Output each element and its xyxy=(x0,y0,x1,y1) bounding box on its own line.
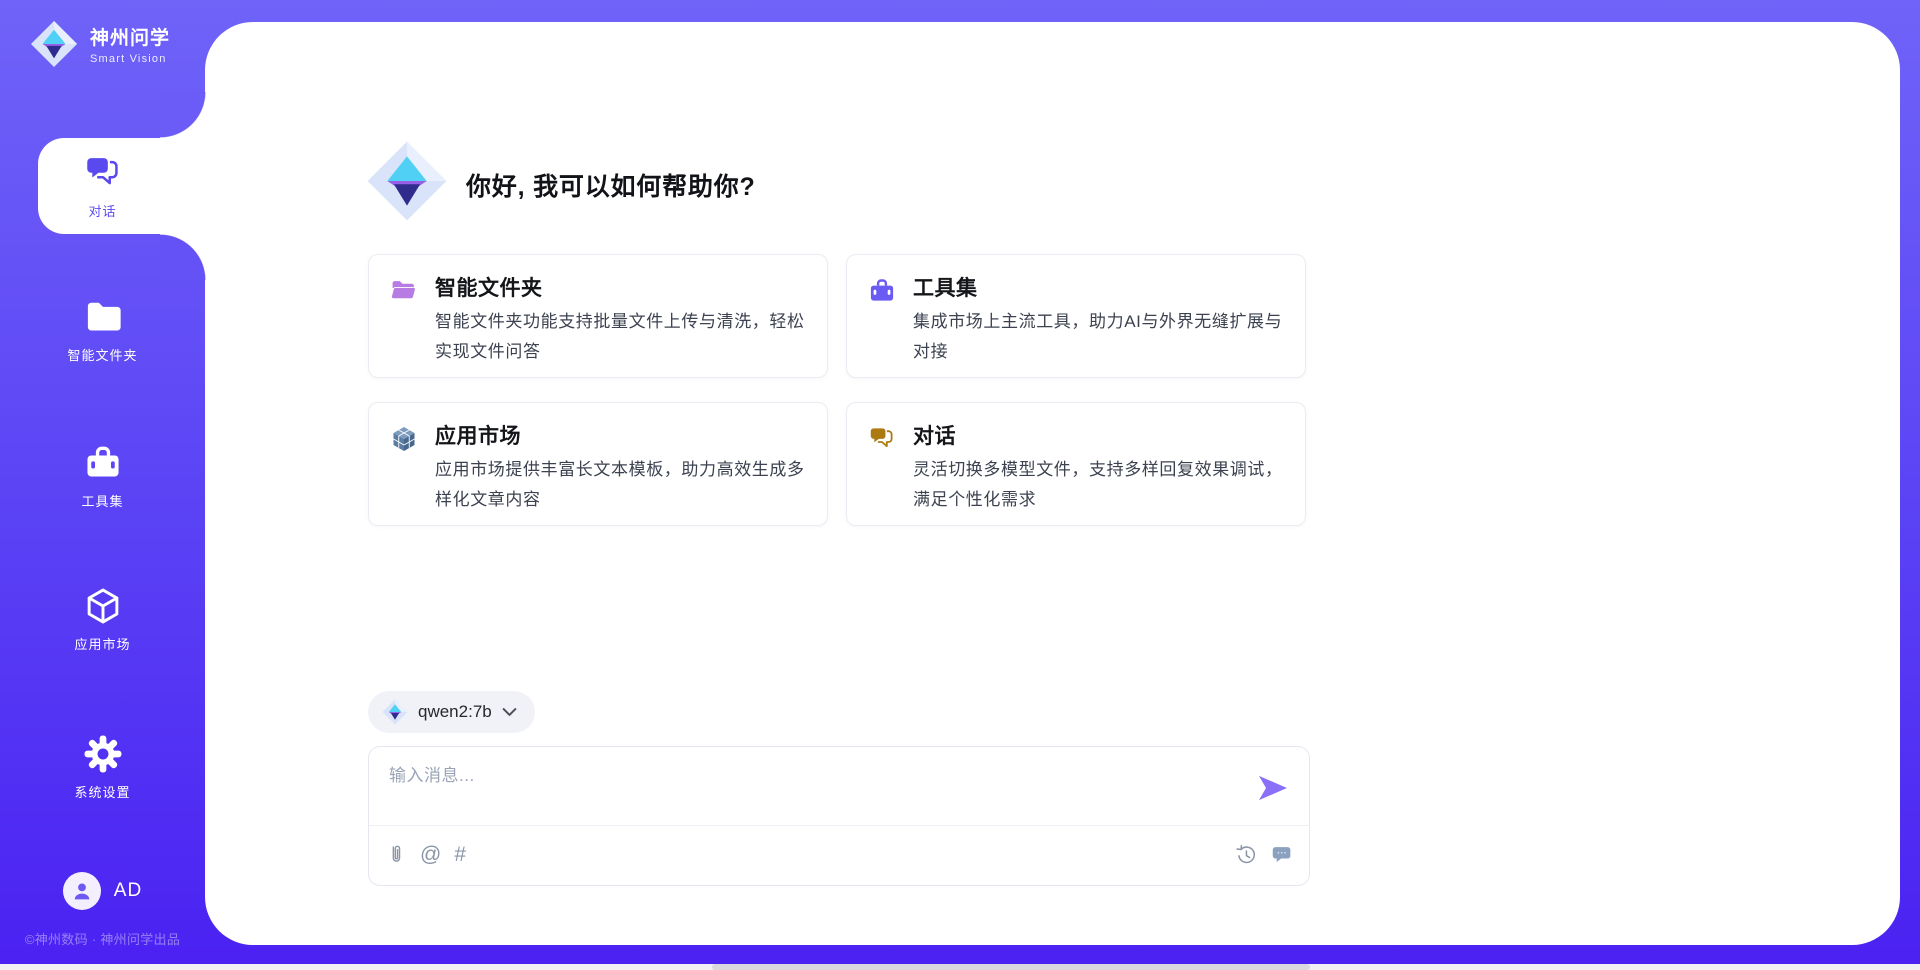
sidebar-item-label: 应用市场 xyxy=(74,634,130,653)
card-title: 工具集 xyxy=(913,272,978,302)
card-description: 应用市场提供丰富长文本模板，助力高效生成多样化文章内容 xyxy=(435,455,813,515)
sidebar-item-label: 智能文件夹 xyxy=(67,345,137,364)
conversation-button[interactable] xyxy=(1271,844,1293,866)
active-tab-flare-bottom xyxy=(160,234,206,280)
brand: 神州问学 Smart Vision xyxy=(30,20,170,68)
feature-cards: 智能文件夹 智能文件夹功能支持批量文件上传与清洗，轻松实现文件问答 工具集 集成… xyxy=(368,254,1306,526)
sidebar-item-app-market[interactable]: 应用市场 xyxy=(0,585,205,653)
scrollbar-thumb[interactable] xyxy=(712,964,1310,970)
hash-icon: # xyxy=(454,843,466,867)
composer-left-tools: @ # xyxy=(385,825,466,885)
paperclip-icon xyxy=(385,844,407,866)
brand-name: 神州问学 xyxy=(90,23,170,50)
cube-icon xyxy=(82,585,124,627)
chat-filled-icon xyxy=(1271,844,1293,866)
sidebar-item-toolset[interactable]: 工具集 xyxy=(0,442,205,510)
horizontal-scrollbar[interactable] xyxy=(0,964,1920,970)
diamond-logo-icon xyxy=(30,20,78,68)
model-name: qwen2:7b xyxy=(418,702,492,722)
card-title: 应用市场 xyxy=(435,420,521,450)
history-button[interactable] xyxy=(1235,844,1257,866)
sidebar-item-settings[interactable]: 系统设置 xyxy=(0,733,205,801)
mention-button[interactable]: @ xyxy=(420,843,441,867)
greeting-title: 你好, 我可以如何帮助你? xyxy=(466,167,756,203)
diamond-logo-icon xyxy=(382,699,408,725)
card-title: 对话 xyxy=(913,420,956,450)
active-tab-flare-top xyxy=(160,92,206,138)
card-toolset[interactable]: 工具集 集成市场上主流工具，助力AI与外界无缝扩展与对接 xyxy=(846,254,1306,378)
chat-icon xyxy=(867,424,897,454)
topic-button[interactable]: # xyxy=(454,843,466,867)
card-smart-folder[interactable]: 智能文件夹 智能文件夹功能支持批量文件上传与清洗，轻松实现文件问答 xyxy=(368,254,828,378)
card-description: 灵活切换多模型文件，支持多样回复效果调试，满足个性化需求 xyxy=(913,455,1291,515)
app-window: 神州问学 Smart Vision 对话 智能文件夹 工具集 应用市场 系统设置… xyxy=(0,0,1920,970)
model-selector[interactable]: qwen2:7b xyxy=(368,691,535,733)
composer-right-tools xyxy=(1235,825,1293,885)
briefcase-icon xyxy=(867,276,897,306)
gear-icon xyxy=(82,733,124,775)
sidebar-item-label: 系统设置 xyxy=(74,782,130,801)
composer-divider xyxy=(369,825,1309,826)
send-icon xyxy=(1258,774,1288,802)
folder-icon xyxy=(82,296,124,338)
attach-file-button[interactable] xyxy=(385,844,407,866)
chevron-down-icon xyxy=(502,707,517,717)
message-input[interactable] xyxy=(389,759,1249,793)
history-icon xyxy=(1235,844,1257,866)
diamond-logo-icon xyxy=(366,140,448,222)
avatar xyxy=(63,872,101,910)
chat-icon xyxy=(82,152,124,194)
user-initials: AD xyxy=(114,880,142,902)
briefcase-icon xyxy=(82,442,124,484)
card-chat[interactable]: 对话 灵活切换多模型文件，支持多样回复效果调试，满足个性化需求 xyxy=(846,402,1306,526)
brand-subtitle: Smart Vision xyxy=(90,53,170,65)
at-sign-icon: @ xyxy=(420,843,441,867)
user-account[interactable]: AD xyxy=(0,872,205,910)
message-composer: @ # xyxy=(368,746,1310,886)
cube-grid-icon xyxy=(389,424,419,454)
card-app-market[interactable]: 应用市场 应用市场提供丰富长文本模板，助力高效生成多样化文章内容 xyxy=(368,402,828,526)
sidebar-item-smart-folder[interactable]: 智能文件夹 xyxy=(0,296,205,364)
card-title: 智能文件夹 xyxy=(435,272,543,302)
card-description: 集成市场上主流工具，助力AI与外界无缝扩展与对接 xyxy=(913,307,1291,367)
send-button[interactable] xyxy=(1257,774,1289,804)
copyright-footer: ©神州数码 · 神州问学出品 xyxy=(0,929,205,948)
sidebar-item-chat[interactable]: 对话 xyxy=(0,152,205,220)
sidebar-item-label: 工具集 xyxy=(81,491,123,510)
folder-open-icon xyxy=(389,276,419,306)
person-icon xyxy=(69,878,95,904)
sidebar-item-label: 对话 xyxy=(88,201,116,220)
card-description: 智能文件夹功能支持批量文件上传与清洗，轻松实现文件问答 xyxy=(435,307,813,367)
